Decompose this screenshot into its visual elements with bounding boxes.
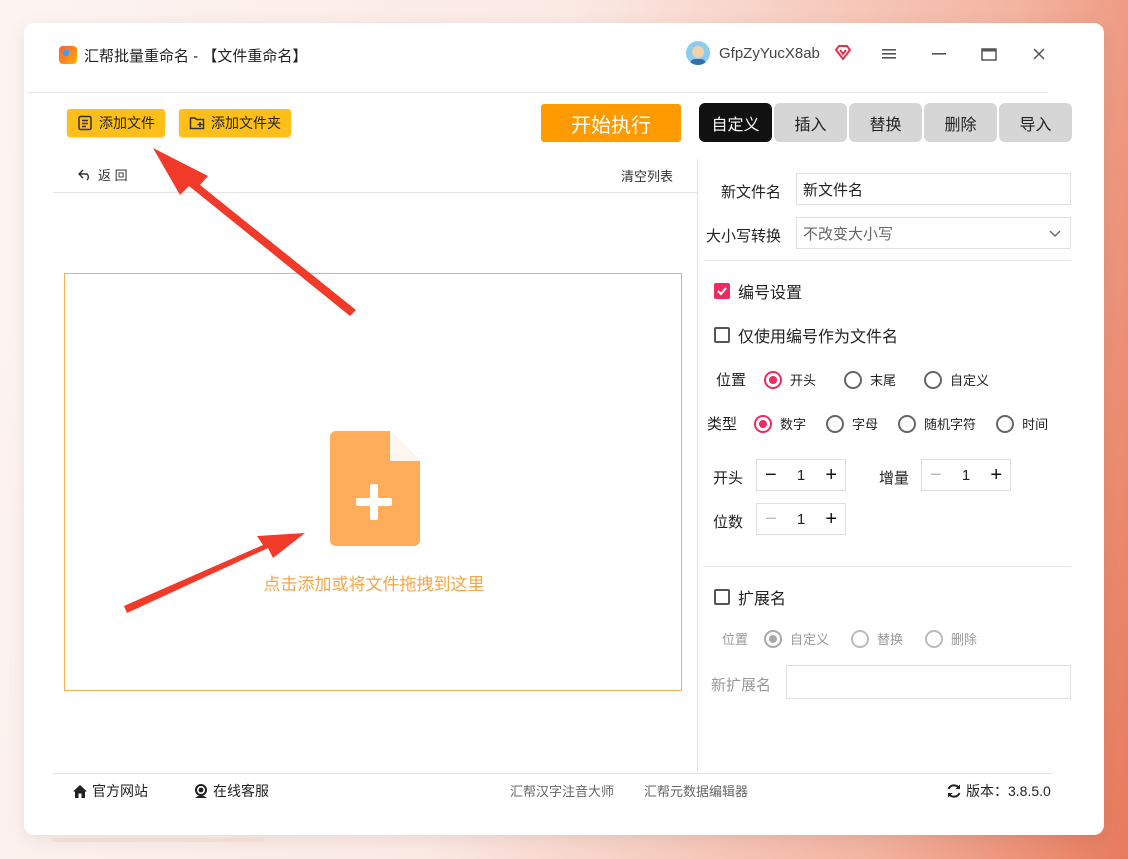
plus-icon[interactable]: + bbox=[825, 509, 837, 529]
start-value[interactable]: 1 bbox=[797, 467, 805, 484]
support-link[interactable]: 在线客服 bbox=[193, 781, 269, 801]
chevron-down-icon bbox=[1049, 230, 1061, 237]
new-ext-label: 新扩展名 bbox=[711, 677, 772, 694]
numbering-label: 编号设置 bbox=[738, 285, 803, 302]
plus-icon[interactable]: + bbox=[990, 465, 1002, 485]
tab-import[interactable]: 导入 bbox=[999, 103, 1072, 142]
type-time-radio[interactable]: 时间 bbox=[996, 414, 1048, 433]
minus-icon[interactable]: − bbox=[930, 465, 942, 485]
extension-label: 扩展名 bbox=[738, 591, 787, 608]
website-link[interactable]: 官方网站 bbox=[72, 781, 148, 801]
type-number-radio[interactable]: 数字 bbox=[754, 414, 806, 433]
settings-panel: 新文件名 新文件名 大小写转换 不改变大小写 编号设置 仅使用编号作为文件名 位… bbox=[697, 159, 1071, 774]
position-label: 位置 bbox=[716, 372, 747, 389]
support-label: 在线客服 bbox=[213, 783, 269, 799]
position-start-radio[interactable]: 开头 bbox=[764, 370, 816, 389]
start-label: 开头 bbox=[713, 470, 744, 487]
type-letter-radio[interactable]: 字母 bbox=[826, 414, 878, 433]
add-file-button[interactable]: 添加文件 bbox=[67, 109, 165, 137]
list-header-divider bbox=[53, 192, 697, 193]
app-title: 汇帮批量重命名 - 【文件重命名】 bbox=[84, 48, 308, 65]
close-icon[interactable] bbox=[1022, 39, 1056, 69]
back-label: 返 回 bbox=[98, 168, 128, 183]
digits-label: 位数 bbox=[713, 514, 744, 531]
checkbox-checked-icon bbox=[714, 283, 730, 299]
numbering-checkbox[interactable]: 编号设置 bbox=[714, 279, 802, 303]
minimize-icon[interactable] bbox=[922, 39, 956, 69]
start-execute-button[interactable]: 开始执行 bbox=[541, 104, 681, 142]
taskbar-decoration bbox=[52, 838, 264, 842]
tab-insert[interactable]: 插入 bbox=[774, 103, 847, 142]
title-bar: 汇帮批量重命名 - 【文件重命名】 GfpZyYucX8ab bbox=[44, 34, 1052, 74]
refresh-icon bbox=[947, 784, 961, 798]
digits-value[interactable]: 1 bbox=[797, 511, 805, 528]
position-row: 位置 开头 末尾 自定义 bbox=[716, 369, 989, 390]
only-number-label: 仅使用编号作为文件名 bbox=[738, 329, 899, 346]
start-stepper[interactable]: − 1 + bbox=[756, 459, 846, 491]
panel-divider-2 bbox=[703, 566, 1071, 567]
file-list-icon bbox=[78, 115, 92, 131]
app-logo-icon bbox=[59, 46, 77, 64]
type-random-radio[interactable]: 随机字符 bbox=[898, 414, 976, 433]
drop-hint: 点击添加或将文件拖拽到这里 bbox=[263, 575, 485, 594]
ext-custom-radio[interactable]: 自定义 bbox=[764, 629, 829, 648]
position-end-radio[interactable]: 末尾 bbox=[844, 370, 896, 389]
checkbox-unchecked-icon bbox=[714, 327, 730, 343]
checkbox-unchecked-icon bbox=[714, 589, 730, 605]
user-avatar[interactable] bbox=[686, 41, 710, 65]
digits-stepper[interactable]: − 1 + bbox=[756, 503, 846, 535]
ext-position-label: 位置 bbox=[722, 632, 749, 647]
only-number-checkbox[interactable]: 仅使用编号作为文件名 bbox=[714, 323, 898, 347]
main-app: 汇帮批量重命名 - 【文件重命名】 GfpZyYucX8ab 添加文件 添加文件… bbox=[28, 29, 1072, 799]
increment-label: 增量 bbox=[879, 470, 910, 487]
back-button[interactable]: 返 回 bbox=[78, 165, 128, 184]
username[interactable]: GfpZyYucX8ab bbox=[719, 45, 820, 62]
back-arrow-icon bbox=[78, 169, 89, 181]
pinyin-tool-link[interactable]: 汇帮汉字注音大师 bbox=[510, 781, 614, 800]
type-row: 类型 数字 字母 随机字符 时间 bbox=[707, 413, 1048, 434]
add-folder-button[interactable]: 添加文件夹 bbox=[179, 109, 291, 137]
support-icon bbox=[195, 783, 207, 798]
ext-replace-radio[interactable]: 替换 bbox=[851, 629, 903, 648]
mode-tabs: 自定义 插入 替换 删除 导入 bbox=[699, 103, 1072, 142]
tab-replace[interactable]: 替换 bbox=[849, 103, 922, 142]
case-select[interactable]: 不改变大小写 bbox=[796, 217, 1071, 249]
metadata-tool-link[interactable]: 汇帮元数据编辑器 bbox=[644, 781, 748, 800]
new-ext-input[interactable] bbox=[786, 665, 1071, 699]
new-name-input[interactable]: 新文件名 bbox=[796, 173, 1071, 205]
type-label: 类型 bbox=[707, 416, 738, 433]
version-info[interactable]: 版本：3.8.5.0 bbox=[946, 781, 1051, 801]
ext-position-row: 位置 自定义 替换 删除 bbox=[722, 629, 977, 648]
maximize-icon[interactable] bbox=[972, 39, 1006, 69]
website-label: 官方网站 bbox=[92, 783, 148, 799]
new-name-label: 新文件名 bbox=[721, 184, 782, 201]
tab-custom[interactable]: 自定义 bbox=[699, 103, 772, 142]
version-label: 版本：3.8.5.0 bbox=[966, 783, 1051, 799]
ext-delete-radio[interactable]: 删除 bbox=[925, 629, 977, 648]
add-file-label: 添加文件 bbox=[99, 115, 155, 131]
home-icon bbox=[73, 784, 87, 798]
increment-stepper[interactable]: − 1 + bbox=[921, 459, 1011, 491]
footer-divider bbox=[53, 773, 1052, 774]
panel-divider-1 bbox=[703, 260, 1071, 261]
minus-icon[interactable]: − bbox=[765, 509, 777, 529]
folder-add-icon bbox=[189, 117, 205, 130]
case-label: 大小写转换 bbox=[706, 228, 782, 245]
plus-icon[interactable]: + bbox=[825, 465, 837, 485]
title-divider bbox=[28, 92, 1048, 93]
tab-delete[interactable]: 删除 bbox=[924, 103, 997, 142]
vip-diamond-icon[interactable] bbox=[834, 43, 852, 61]
file-drop-zone[interactable]: 点击添加或将文件拖拽到这里 bbox=[64, 273, 682, 691]
increment-value[interactable]: 1 bbox=[962, 467, 970, 484]
position-custom-radio[interactable]: 自定义 bbox=[924, 370, 989, 389]
menu-icon[interactable] bbox=[872, 39, 906, 69]
clear-list-button[interactable]: 清空列表 bbox=[621, 166, 673, 185]
extension-checkbox[interactable]: 扩展名 bbox=[714, 585, 786, 609]
add-folder-label: 添加文件夹 bbox=[211, 115, 281, 131]
minus-icon[interactable]: − bbox=[765, 465, 777, 485]
case-select-value: 不改变大小写 bbox=[803, 225, 894, 243]
add-file-icon[interactable] bbox=[330, 431, 420, 546]
